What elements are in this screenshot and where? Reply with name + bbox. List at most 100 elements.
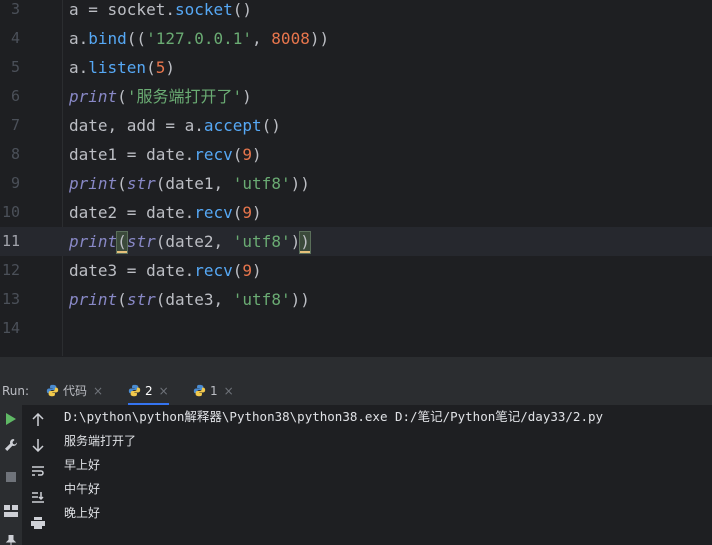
- code-token: )): [290, 290, 310, 309]
- line-number[interactable]: 8: [0, 140, 20, 169]
- wrench-icon[interactable]: [3, 437, 19, 453]
- code-line[interactable]: 11 print(str(date2, 'utf8')): [0, 227, 712, 256]
- arrow-up-icon[interactable]: [30, 412, 46, 428]
- run-toolbar-primary: [0, 405, 22, 545]
- arrow-down-icon[interactable]: [30, 437, 46, 453]
- code-token: (date2,: [155, 232, 233, 251]
- code-token: '127.0.0.1': [146, 29, 253, 48]
- code-editor[interactable]: 3a = socket.socket() 4 a.bind(('127.0.0.1'…: [0, 0, 712, 356]
- run-tab-label: 2: [145, 384, 153, 398]
- code-token: (: [146, 58, 156, 77]
- python-icon: [128, 384, 141, 397]
- code-text: a.listen(5): [69, 53, 175, 82]
- stop-icon[interactable]: [3, 469, 19, 485]
- code-token: (: [232, 261, 243, 280]
- line-number[interactable]: 9: [0, 169, 20, 198]
- code-line[interactable]: 8 date1 = date.recv(9): [0, 140, 712, 169]
- run-toolbar-secondary: [22, 405, 54, 545]
- line-number[interactable]: 10: [0, 198, 20, 227]
- code-token: ): [242, 87, 252, 106]
- code-token: a.: [69, 58, 89, 77]
- code-token: 'utf8': [232, 232, 291, 251]
- code-token: (: [117, 290, 127, 309]
- code-line[interactable]: 12 date3 = date.recv(9): [0, 256, 712, 285]
- code-text: a.bind(('127.0.0.1', 8008)): [69, 24, 329, 53]
- code-line[interactable]: 14: [0, 314, 712, 343]
- code-token: ): [252, 145, 262, 164]
- code-token: ): [252, 261, 262, 280]
- code-token: ): [165, 58, 175, 77]
- code-line[interactable]: 9 print(str(date1, 'utf8')): [0, 169, 712, 198]
- code-token: 5: [155, 58, 166, 77]
- code-line[interactable]: 7 date, add = a.accept(): [0, 111, 712, 140]
- run-tool-window-header: Run: 代码 × 2 × 1 ×: [0, 378, 712, 406]
- pin-icon[interactable]: [3, 533, 19, 545]
- code-text: a = socket.socket(): [69, 0, 252, 24]
- run-tab-code[interactable]: 代码 ×: [46, 378, 103, 405]
- code-token: 9: [242, 145, 253, 164]
- code-token: print: [69, 290, 118, 309]
- code-token: date, add = a.: [69, 116, 204, 135]
- line-number[interactable]: 5: [0, 53, 20, 82]
- code-text: date1 = date.recv(9): [69, 140, 262, 169]
- run-tab-1[interactable]: 1 ×: [193, 378, 234, 405]
- code-text: date2 = date.recv(9): [69, 198, 262, 227]
- code-token: '服务端打开了': [126, 87, 243, 106]
- code-line[interactable]: 13 print(str(date3, 'utf8')): [0, 285, 712, 314]
- code-token: 'utf8': [232, 174, 291, 193]
- code-token: print: [69, 87, 118, 106]
- close-icon[interactable]: ×: [224, 384, 234, 398]
- code-token: ): [299, 231, 311, 254]
- code-token: (: [232, 145, 243, 164]
- code-token: str: [126, 290, 156, 309]
- close-icon[interactable]: ×: [93, 384, 103, 398]
- code-token: (: [232, 203, 243, 222]
- console-output-line: 早上好: [64, 458, 101, 472]
- code-token: print: [69, 174, 118, 193]
- code-token: recv: [194, 203, 233, 222]
- code-token: str: [126, 232, 156, 251]
- code-line[interactable]: 10 date2 = date.recv(9): [0, 198, 712, 227]
- line-number[interactable]: 4: [0, 24, 20, 53]
- code-token: (): [261, 116, 281, 135]
- code-text: print('服务端打开了'): [69, 82, 252, 111]
- code-token: print: [69, 232, 118, 251]
- code-token: ): [290, 232, 301, 251]
- editor-run-divider[interactable]: [0, 356, 712, 379]
- code-token: a.: [69, 29, 89, 48]
- code-line[interactable]: 4 a.bind(('127.0.0.1', 8008)): [0, 24, 712, 53]
- code-token: bind: [88, 29, 127, 48]
- line-number[interactable]: 14: [0, 314, 20, 343]
- run-console[interactable]: D:\python\python解释器\Python38\python38.ex…: [0, 405, 712, 545]
- code-line[interactable]: 3 a = socket.socket(): [0, 0, 712, 24]
- line-number[interactable]: 12: [0, 256, 20, 285]
- line-number[interactable]: 6: [0, 82, 20, 111]
- console-command-line: D:\python\python解释器\Python38\python38.ex…: [64, 409, 604, 424]
- code-text: date3 = date.recv(9): [69, 256, 262, 285]
- line-number[interactable]: 7: [0, 111, 20, 140]
- soft-wrap-icon[interactable]: [30, 463, 46, 479]
- run-tab-2[interactable]: 2 ×: [128, 378, 169, 405]
- line-number[interactable]: 13: [0, 285, 20, 314]
- line-number[interactable]: 11: [0, 227, 20, 256]
- code-token: (: [116, 231, 128, 254]
- code-line[interactable]: 6 print('服务端打开了'): [0, 82, 712, 111]
- scroll-to-end-icon[interactable]: [30, 489, 46, 505]
- run-label: Run:: [2, 384, 30, 398]
- code-token: (date3,: [155, 290, 233, 309]
- code-line[interactable]: 5 a.listen(5): [0, 53, 712, 82]
- code-token: socket: [107, 0, 166, 19]
- run-tab-label: 1: [210, 384, 218, 398]
- console-output-line: 中午好: [64, 482, 101, 496]
- rerun-icon[interactable]: [3, 411, 19, 427]
- print-icon[interactable]: [30, 515, 46, 531]
- code-token: ,: [252, 29, 272, 48]
- code-token: )): [290, 174, 310, 193]
- line-number[interactable]: 3: [0, 0, 20, 24]
- code-text: print(str(date2, 'utf8')): [69, 227, 311, 256]
- layout-icon[interactable]: [3, 503, 19, 519]
- code-token: 'utf8': [232, 290, 291, 309]
- close-icon[interactable]: ×: [159, 384, 169, 398]
- python-icon: [46, 384, 59, 397]
- code-text: print(str(date1, 'utf8')): [69, 169, 310, 198]
